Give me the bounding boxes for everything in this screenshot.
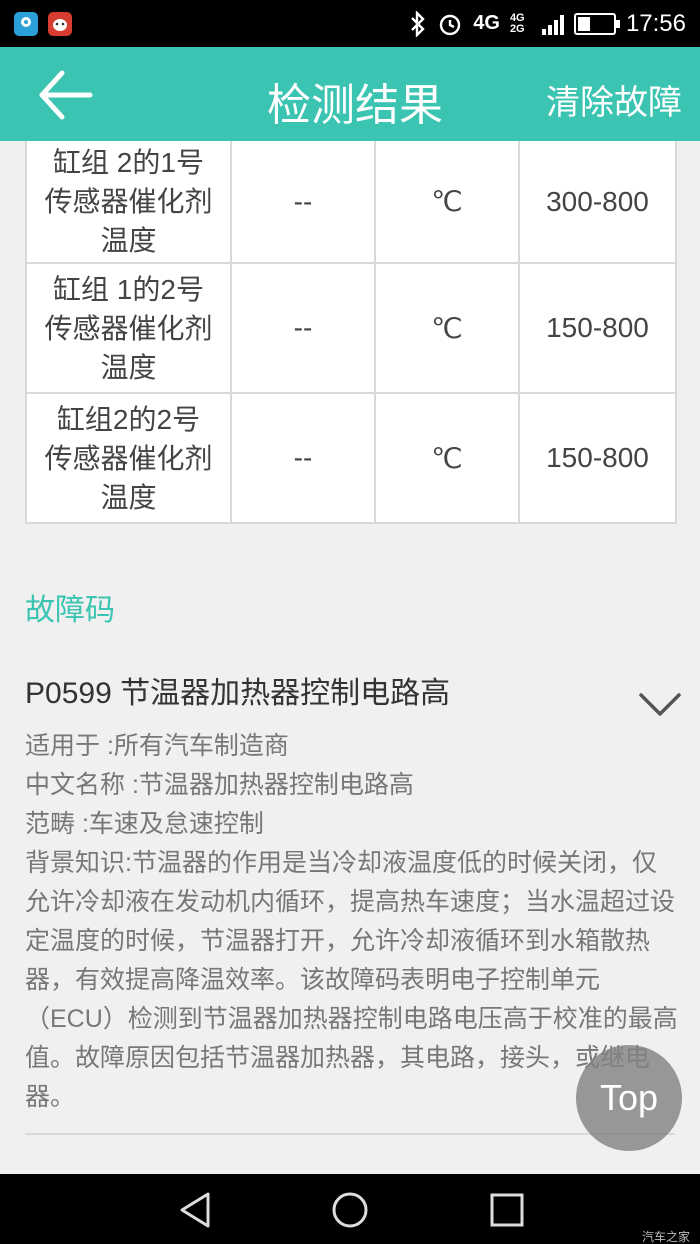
fault-category: 范畴 :车速及怠速控制 — [25, 810, 264, 838]
fault-applies: 适用于 :所有汽车制造商 — [25, 732, 289, 760]
nav-home-icon — [332, 1192, 368, 1228]
fault-detail: 适用于 :所有汽车制造商 中文名称 :节温器加热器控制电路高 范畴 :车速及怠速… — [25, 727, 680, 1117]
sensor-value: -- — [230, 392, 376, 524]
app-header: 检测结果 清除故障 — [0, 47, 700, 141]
signal-icon — [541, 13, 564, 35]
sensor-unit: ℃ — [374, 141, 520, 264]
sensor-unit: ℃ — [374, 262, 520, 394]
table-row: 缸组2的2号 传感器催化剂 温度 -- ℃ 150-800 — [25, 392, 677, 524]
expand-toggle[interactable] — [638, 690, 682, 720]
nav-home-button[interactable] — [330, 1190, 370, 1230]
status-bar: 4G 4G 2G 17:56 — [0, 0, 700, 47]
scroll-top-button[interactable]: Top — [576, 1045, 682, 1151]
bluetooth-icon — [411, 10, 425, 37]
nav-recent-icon — [490, 1193, 524, 1227]
sensor-name: 缸组 2的1号 传感器催化剂 温度 — [25, 141, 232, 264]
nav-recent-button[interactable] — [487, 1190, 527, 1230]
network-sub: 4G 2G — [509, 11, 525, 35]
clock: 17:56 — [625, 9, 686, 37]
network-type: 4G — [473, 12, 500, 34]
cow-app-icon — [48, 11, 72, 36]
sensor-value: -- — [230, 262, 376, 394]
watermark: 汽车之家 — [641, 1230, 690, 1244]
maps-icon — [14, 11, 38, 36]
nav-bar — [0, 1174, 700, 1244]
fault-cn-name: 中文名称 :节温器加热器控制电路高 — [25, 771, 414, 799]
nav-back-button[interactable] — [176, 1190, 216, 1230]
chevron-down-icon — [639, 693, 681, 716]
sensor-range: 150-800 — [518, 262, 677, 394]
divider — [25, 1133, 675, 1135]
nav-back-icon — [180, 1192, 210, 1228]
sensor-value: -- — [230, 141, 376, 264]
sensor-table: 缸组 2的1号 传感器催化剂 温度 -- ℃ 300-800 缸组 1的2号 传感器催… — [25, 141, 677, 524]
fault-code-heading: 故障码 — [25, 594, 115, 627]
alarm-icon — [440, 14, 461, 35]
table-row: 缸组 2的1号 传感器催化剂 温度 -- ℃ 300-800 — [25, 141, 677, 264]
sensor-range: 150-800 — [518, 392, 677, 524]
battery-icon — [573, 12, 620, 35]
sensor-name: 缸组2的2号 传感器催化剂 温度 — [25, 392, 232, 524]
sensor-range: 300-800 — [518, 141, 677, 264]
sensor-name: 缸组 1的2号 传感器催化剂 温度 — [25, 262, 232, 394]
table-row: 缸组 1的2号 传感器催化剂 温度 -- ℃ 150-800 — [25, 262, 677, 394]
fault-code-title[interactable]: P0599 节温器加热器控制电路高 — [25, 668, 450, 712]
clear-fault-button[interactable]: 清除故障 — [546, 75, 682, 124]
sensor-unit: ℃ — [374, 392, 520, 524]
